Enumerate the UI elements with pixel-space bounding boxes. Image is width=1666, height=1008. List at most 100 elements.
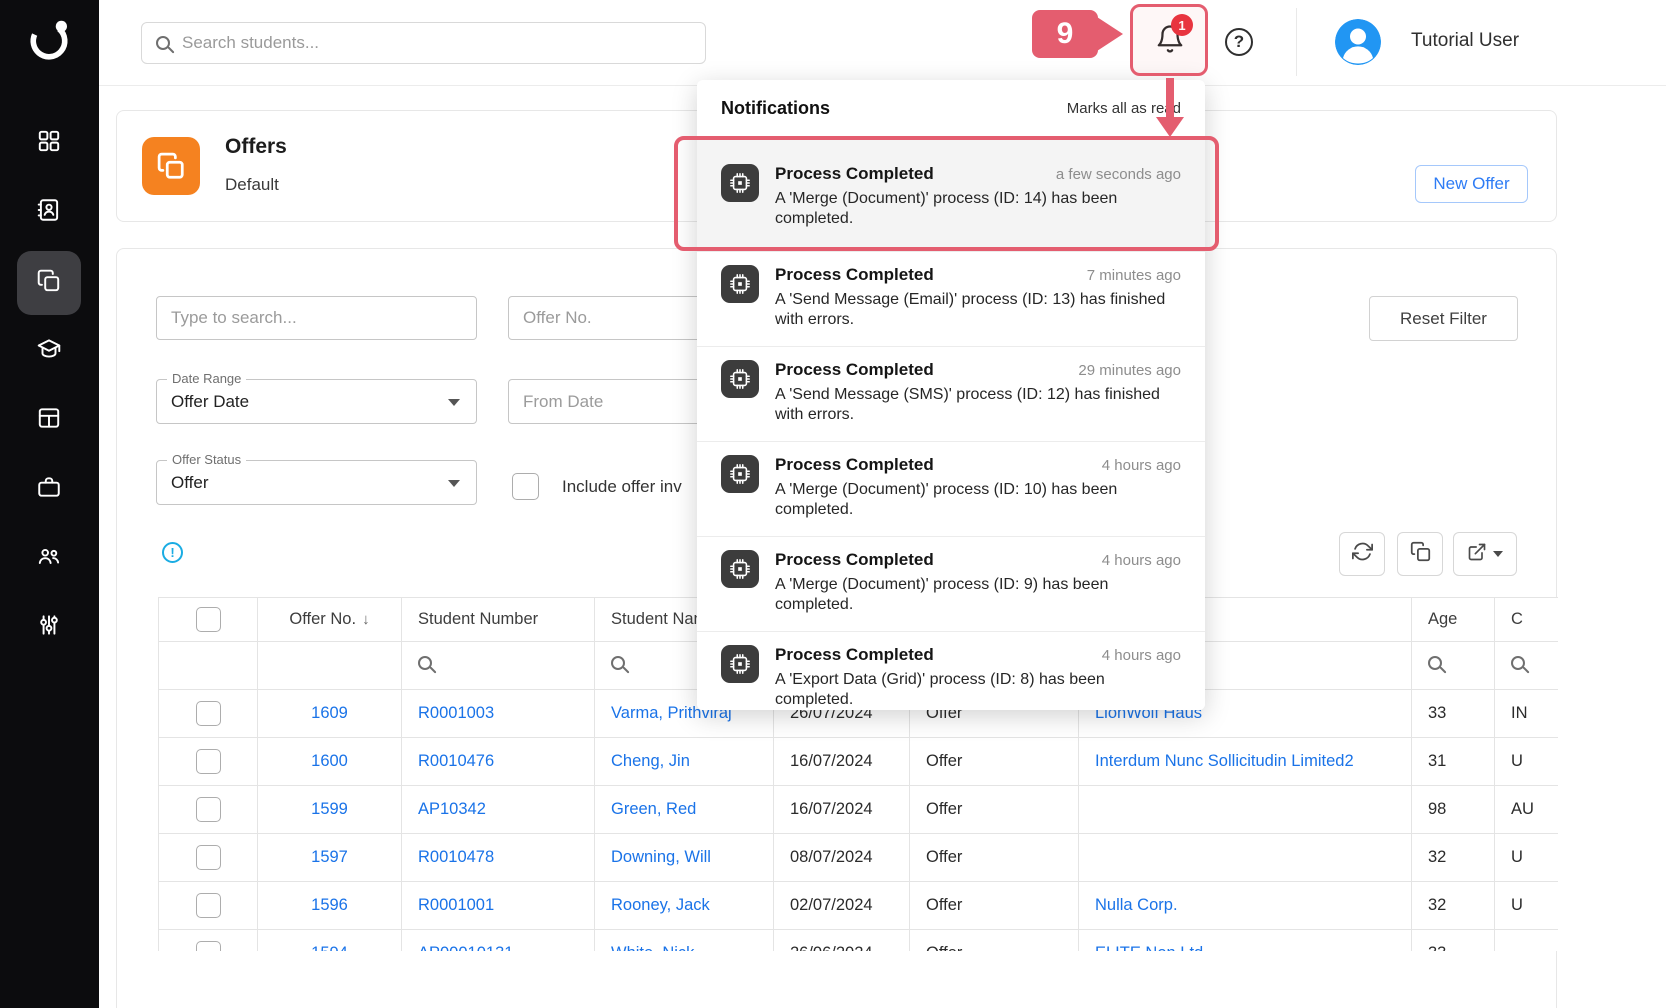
process-icon: [721, 265, 759, 303]
filter-cell-age[interactable]: [1412, 642, 1495, 690]
sidebar-item-education[interactable]: [17, 319, 81, 383]
notification-item[interactable]: Process Completed 4 hours ago A 'Merge (…: [697, 442, 1205, 537]
offer-status-select[interactable]: Offer Status Offer: [156, 460, 477, 505]
table-cell: 33: [1412, 930, 1495, 952]
cell-link[interactable]: Green, Red: [611, 800, 696, 818]
sidebar-item-contacts[interactable]: [17, 180, 81, 244]
date-range-select[interactable]: Date Range Offer Date: [156, 379, 477, 424]
cell-text: Offer: [926, 944, 962, 951]
cell-link[interactable]: R0001003: [418, 704, 494, 722]
grid-search-input[interactable]: [171, 308, 462, 328]
cell-link[interactable]: 1594: [311, 944, 348, 951]
filter-cell-student_number[interactable]: [402, 642, 595, 690]
cell-link[interactable]: 1599: [311, 800, 348, 818]
notification-description: A 'Merge (Document)' process (ID: 9) has…: [775, 575, 1181, 616]
row-checkbox[interactable]: [196, 893, 221, 918]
student-search[interactable]: [141, 22, 706, 64]
cell-link[interactable]: R0010478: [418, 848, 494, 866]
notification-item[interactable]: Process Completed 4 hours ago A 'Export …: [697, 632, 1205, 710]
table-cell: R0010476: [402, 738, 595, 786]
table-cell: [159, 834, 258, 882]
copy-button[interactable]: [1397, 532, 1443, 576]
table-cell: 26/06/2024: [774, 930, 910, 952]
sidebar-item-agents[interactable]: [17, 526, 81, 590]
table-cell: 1600: [258, 738, 402, 786]
table-cell: Nulla Corp.: [1079, 882, 1412, 930]
notification-item[interactable]: Process Completed 29 minutes ago A 'Send…: [697, 347, 1205, 442]
cell-link[interactable]: Downing, Will: [611, 848, 711, 866]
cell-link[interactable]: 1609: [311, 704, 348, 722]
cell-text: AU: [1511, 800, 1534, 818]
sidebar-item-settings[interactable]: [17, 595, 81, 659]
notification-item[interactable]: Process Completed 7 minutes ago A 'Send …: [697, 252, 1205, 347]
cell-text: 33: [1428, 704, 1446, 722]
cell-link[interactable]: 1600: [311, 752, 348, 770]
tutorial-step-arrow-icon: [1097, 17, 1123, 51]
table-cell: 98: [1412, 786, 1495, 834]
table-cell: [1079, 786, 1412, 834]
cell-link[interactable]: AP10342: [418, 800, 486, 818]
table-cell: [159, 882, 258, 930]
cell-link[interactable]: ELITE Non Ltd: [1095, 944, 1203, 951]
table-cell: Interdum Nunc Sollicitudin Limited2: [1079, 738, 1412, 786]
filter-cell-offer_no: [258, 642, 402, 690]
sidebar-item-layout[interactable]: [17, 388, 81, 452]
cell-link[interactable]: R0001001: [418, 896, 494, 914]
row-checkbox[interactable]: [196, 797, 221, 822]
column-header-offer_no[interactable]: Offer No.↓: [258, 598, 402, 642]
cell-link[interactable]: 1596: [311, 896, 348, 914]
cell-link[interactable]: Cheng, Jin: [611, 752, 690, 770]
row-checkbox[interactable]: [196, 941, 221, 951]
cell-link[interactable]: AP00010131: [418, 944, 513, 951]
table-row: 1597R0010478Downing, Will08/07/2024Offer…: [159, 834, 1559, 882]
sidebar-item-dashboard[interactable]: [17, 111, 81, 175]
cell-text: 02/07/2024: [790, 896, 873, 914]
column-label: Age: [1428, 610, 1457, 628]
mark-all-read-button[interactable]: Marks all as read: [1067, 100, 1181, 117]
notification-title: Process Completed: [775, 265, 934, 285]
sidebar-item-offers[interactable]: [17, 251, 81, 315]
cell-link[interactable]: Rooney, Jack: [611, 896, 710, 914]
cell-link[interactable]: Interdum Nunc Sollicitudin Limited2: [1095, 752, 1354, 770]
tutorial-highlight-notification: [674, 136, 1219, 251]
process-icon: [721, 360, 759, 398]
table-cell: [1079, 834, 1412, 882]
row-checkbox[interactable]: [196, 749, 221, 774]
table-cell: [159, 786, 258, 834]
notification-title: Process Completed: [775, 645, 934, 665]
column-header-age[interactable]: Age: [1412, 598, 1495, 642]
agents-icon: [36, 543, 62, 574]
include-offer-checkbox[interactable]: [512, 473, 539, 500]
reset-filter-button[interactable]: Reset Filter: [1369, 296, 1518, 341]
filter-cell-country[interactable]: [1495, 642, 1559, 690]
notification-item[interactable]: Process Completed 4 hours ago A 'Merge (…: [697, 537, 1205, 632]
date-range-value: Offer Date: [171, 380, 249, 423]
tutorial-down-arrowhead-icon: [1156, 117, 1184, 137]
refresh-button[interactable]: [1339, 532, 1385, 576]
table-cell: IN: [1495, 690, 1559, 738]
row-checkbox[interactable]: [196, 701, 221, 726]
select-all-checkbox[interactable]: [196, 607, 221, 632]
notification-timestamp: 4 hours ago: [1102, 457, 1181, 474]
user-avatar[interactable]: [1335, 19, 1381, 65]
cell-link[interactable]: White, Nick: [611, 944, 694, 951]
cell-link[interactable]: 1597: [311, 848, 348, 866]
dashboard-icon: [36, 128, 62, 159]
column-header-student_number[interactable]: Student Number: [402, 598, 595, 642]
info-icon[interactable]: [162, 542, 183, 563]
grid-body: 1609R0001003Varma, Prithviraj26/07/2024O…: [159, 690, 1559, 952]
help-button[interactable]: [1225, 28, 1253, 56]
sidebar-item-jobs[interactable]: [17, 457, 81, 521]
chevron-down-icon: [448, 480, 460, 487]
cell-link[interactable]: R0010476: [418, 752, 494, 770]
topbar: 1 Tutorial User: [99, 0, 1666, 86]
grid-search-field[interactable]: [156, 296, 477, 340]
export-button[interactable]: [1453, 532, 1517, 576]
row-checkbox[interactable]: [196, 845, 221, 870]
notification-timestamp: 7 minutes ago: [1087, 267, 1181, 284]
notification-description: A 'Merge (Document)' process (ID: 10) ha…: [775, 480, 1181, 521]
search-input[interactable]: [182, 33, 691, 53]
cell-link[interactable]: Nulla Corp.: [1095, 896, 1178, 914]
new-offer-button[interactable]: New Offer: [1415, 165, 1528, 203]
column-header-country[interactable]: C: [1495, 598, 1559, 642]
